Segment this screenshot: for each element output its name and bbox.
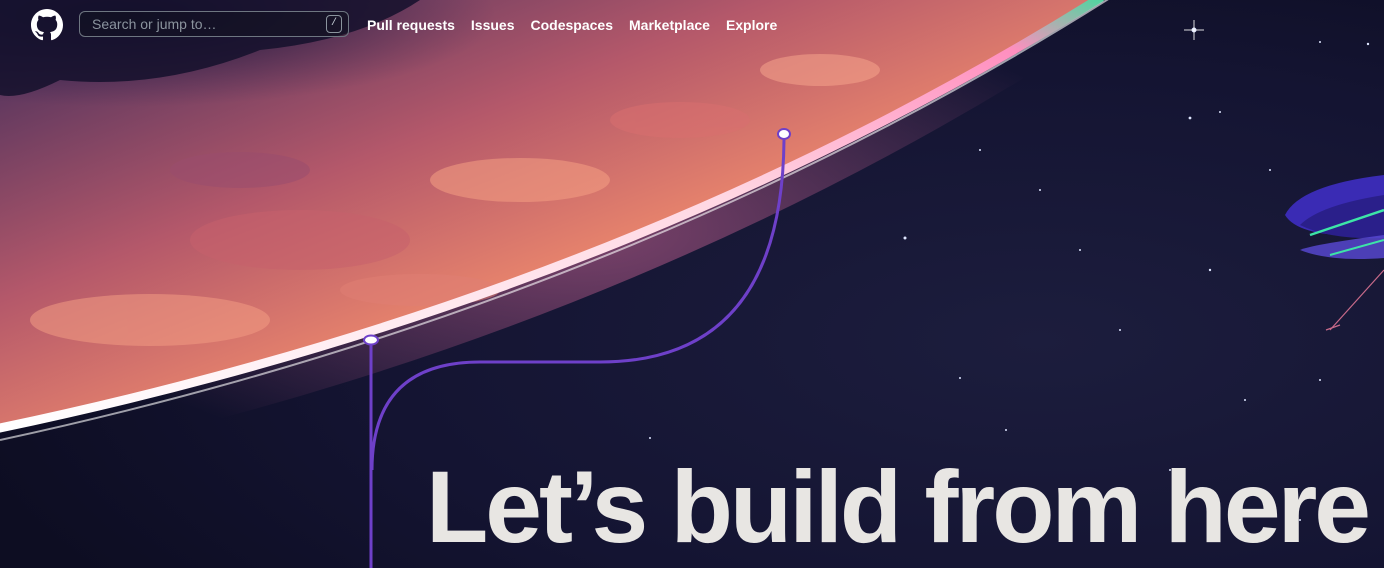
nav-marketplace[interactable]: Marketplace [629,17,710,33]
site-header: / Pull requests Issues Codespaces Market… [0,0,1384,50]
main-nav: Pull requests Issues Codespaces Marketpl… [367,0,793,50]
slash-key-icon: / [326,15,342,33]
page: / Pull requests Issues Codespaces Market… [0,0,1384,568]
github-logo-icon[interactable] [31,9,63,41]
search-input[interactable] [80,12,326,36]
nav-issues[interactable]: Issues [471,17,515,33]
nav-codespaces[interactable]: Codespaces [531,17,613,33]
nav-explore[interactable]: Explore [726,17,777,33]
hero-title: Let’s build from here [426,450,1371,564]
search-box[interactable]: / [79,11,349,37]
nav-pull-requests[interactable]: Pull requests [367,17,455,33]
